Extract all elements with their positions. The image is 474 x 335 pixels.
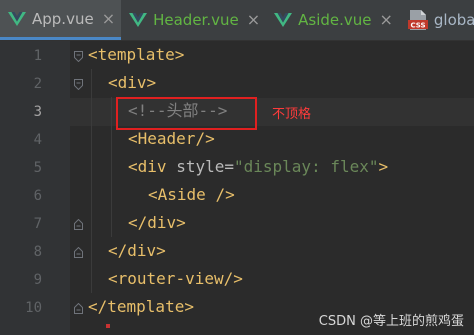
tag-name: div	[117, 73, 147, 92]
css-icon-text: CSS	[410, 22, 425, 30]
vue-icon	[274, 13, 293, 27]
vue-icon	[129, 13, 148, 27]
close-icon[interactable]: ×	[102, 10, 115, 27]
code-line[interactable]: <router-view/>	[108, 265, 243, 293]
tag-bracket: />	[223, 269, 243, 288]
close-icon[interactable]: ×	[380, 12, 393, 28]
tab-global-css[interactable]: CSS global.c	[399, 0, 474, 40]
line-number: 2	[33, 76, 42, 92]
css-file-icon: CSS	[407, 10, 428, 30]
code-line[interactable]: </div>	[108, 237, 166, 265]
tag-bracket: <	[128, 157, 138, 176]
line-number: 8	[33, 244, 42, 260]
tag-name: Header	[137, 129, 196, 148]
tag-bracket: >	[378, 157, 389, 176]
line-number: 5	[33, 160, 42, 176]
fold-collapse-icon[interactable]	[74, 51, 83, 62]
code-editor[interactable]: 1 2 3 4 5 6 7 8 9 10 <template> <div> <!…	[0, 41, 474, 335]
tab-aside-vue[interactable]: Aside.vue ×	[266, 0, 399, 40]
tab-label: global.c	[433, 11, 474, 29]
line-number-gutter: 1 2 3 4 5 6 7 8 9 10	[0, 41, 83, 335]
line-number: 1	[33, 48, 42, 64]
tag-bracket: <	[88, 45, 98, 64]
tab-label: Aside.vue	[298, 11, 372, 29]
tag-bracket: </	[128, 213, 148, 232]
editor-tab-bar: App.vue × Header.vue × Aside.vue × CSS g…	[0, 0, 474, 41]
line-number: 4	[33, 132, 42, 148]
code-line[interactable]: </div>	[128, 209, 186, 237]
tag-name: div	[137, 157, 167, 176]
tag-bracket: <	[108, 269, 118, 288]
indent-guide	[111, 97, 112, 237]
vue-icon	[8, 11, 26, 26]
tag-name: template	[107, 297, 185, 316]
close-icon[interactable]: ×	[247, 12, 260, 28]
tag-bracket: </	[88, 297, 108, 316]
fold-collapse-icon[interactable]	[74, 79, 83, 90]
tab-label: Header.vue	[153, 11, 239, 29]
attribute-equals: =	[224, 157, 234, 176]
tag-bracket: >	[146, 73, 157, 92]
line-number: 10	[25, 300, 42, 316]
tab-header-vue[interactable]: Header.vue ×	[121, 0, 266, 40]
attribute-value: "display: flex"	[234, 157, 379, 176]
tag-bracket: >	[174, 45, 185, 64]
tag-name: template	[97, 45, 175, 64]
tab-app-vue[interactable]: App.vue ×	[0, 0, 122, 40]
tag-bracket: />	[195, 129, 215, 148]
fold-expand-end-icon[interactable]	[74, 219, 83, 230]
code-line[interactable]: <template>	[88, 41, 184, 69]
indent-guide	[91, 69, 92, 293]
code-line[interactable]: <div style="display: flex">	[128, 153, 388, 181]
error-marker	[106, 324, 110, 328]
code-line[interactable]: <div>	[108, 69, 156, 97]
fold-expand-end-icon[interactable]	[74, 247, 83, 258]
tag-bracket: >	[184, 297, 194, 316]
tag-name: router-view	[117, 269, 224, 288]
tag-bracket: </	[108, 241, 128, 260]
annotation-highlight-box	[116, 97, 257, 130]
watermark: CSDN @等上班的煎鸡蛋	[318, 314, 464, 329]
attribute-name: style	[176, 157, 225, 176]
tag-bracket: >	[176, 213, 186, 232]
tag-bracket: />	[205, 185, 235, 204]
tag-bracket: >	[156, 241, 166, 260]
code-line[interactable]: <Aside />	[148, 181, 235, 209]
tab-label: App.vue	[32, 9, 94, 28]
line-number: 9	[33, 272, 42, 288]
annotation-label: 不顶格	[272, 107, 312, 122]
tag-name: div	[127, 241, 157, 260]
code-line[interactable]: </template>	[88, 293, 194, 321]
line-number: 6	[33, 188, 42, 204]
line-number: 7	[33, 216, 42, 232]
line-number: 3	[33, 104, 42, 120]
tag-name: Aside	[157, 185, 206, 204]
tag-bracket: <	[108, 73, 118, 92]
fold-expand-end-icon[interactable]	[74, 303, 83, 314]
tag-name: div	[147, 213, 177, 232]
tag-bracket: <	[128, 129, 138, 148]
tag-bracket: <	[148, 185, 158, 204]
